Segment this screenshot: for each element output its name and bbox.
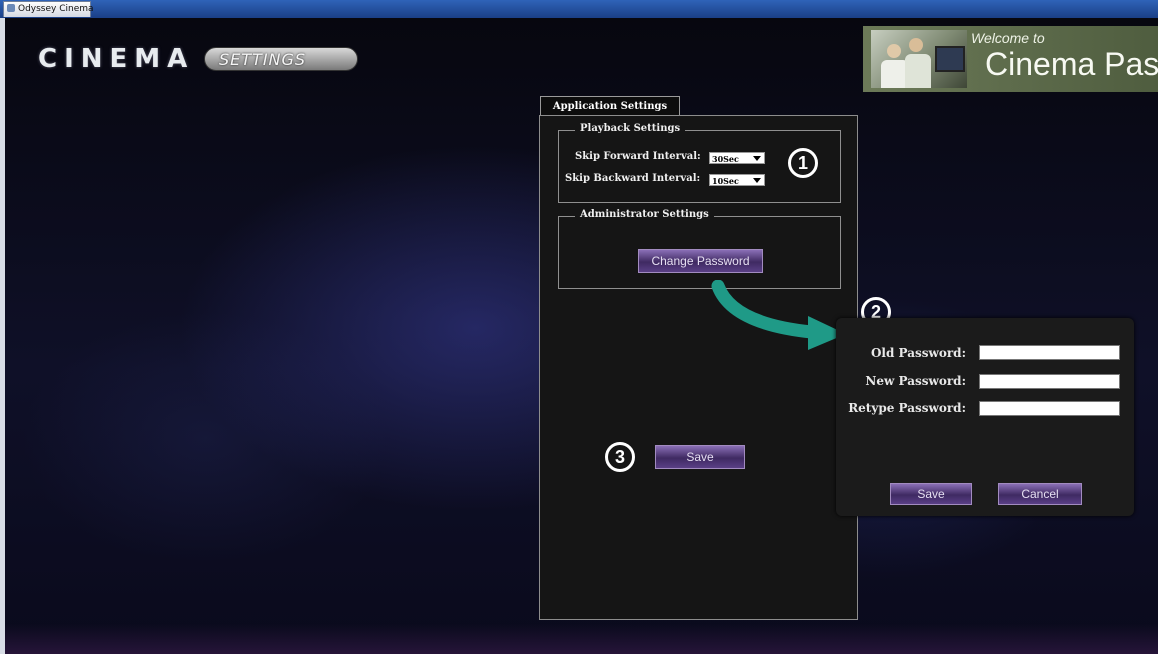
chevron-down-icon: [753, 156, 761, 161]
new-password-label: New Password:: [865, 374, 966, 388]
banner-title: Cinema Pas: [985, 46, 1158, 82]
welcome-banner: Welcome to Cinema Pas: [863, 26, 1158, 92]
administrator-settings-legend: Administrator Settings: [575, 209, 714, 220]
retype-password-field[interactable]: [979, 401, 1120, 416]
callout-badge-3: 3: [605, 442, 635, 472]
playback-settings-legend: Playback Settings: [575, 123, 686, 134]
new-password-field[interactable]: [979, 374, 1120, 389]
window-title: Odyssey Cinema: [18, 4, 94, 14]
tab-application-settings[interactable]: Application Settings: [540, 96, 680, 117]
logo-orb-icon: [14, 52, 30, 68]
old-password-field[interactable]: [979, 345, 1120, 360]
dialog-cancel-button[interactable]: Cancel: [998, 483, 1082, 505]
window-title-tab[interactable]: Odyssey Cinema: [3, 1, 94, 17]
skip-backward-label: Skip Backward Interval:: [565, 173, 701, 184]
chevron-down-icon: [753, 178, 761, 183]
skip-forward-label: Skip Forward Interval:: [575, 151, 701, 162]
change-password-dialog: Old Password: New Password: Retype Passw…: [836, 318, 1134, 516]
app-icon: [7, 4, 15, 12]
logo-settings-text: SETTINGS: [204, 47, 358, 71]
skip-backward-select[interactable]: 10Sec: [709, 174, 765, 186]
title-bar: Odyssey Cinema: [0, 0, 1158, 18]
logo-cinema-text: CINEMA: [38, 44, 195, 74]
banner-photo: [871, 30, 967, 88]
save-button[interactable]: Save: [655, 445, 745, 469]
old-password-label: Old Password:: [870, 346, 966, 360]
skip-forward-value: 30Sec: [712, 154, 739, 164]
retype-password-label: Retype Password:: [848, 401, 966, 415]
skip-backward-value: 10Sec: [712, 176, 739, 186]
bottom-glow: [5, 624, 1158, 654]
banner-welcome-text: Welcome to: [971, 30, 1045, 46]
callout-badge-1: 1: [788, 148, 818, 178]
administrator-settings-group: Administrator Settings Change Password: [558, 209, 841, 289]
skip-forward-select[interactable]: 30Sec: [709, 152, 765, 164]
application-window: Odyssey Cinema CINEMA SETTINGS Welcome t…: [0, 0, 1158, 654]
dialog-save-button[interactable]: Save: [890, 483, 972, 505]
application-settings-panel: Playback Settings Skip Forward Interval:…: [539, 115, 858, 620]
change-password-button[interactable]: Change Password: [638, 249, 763, 273]
